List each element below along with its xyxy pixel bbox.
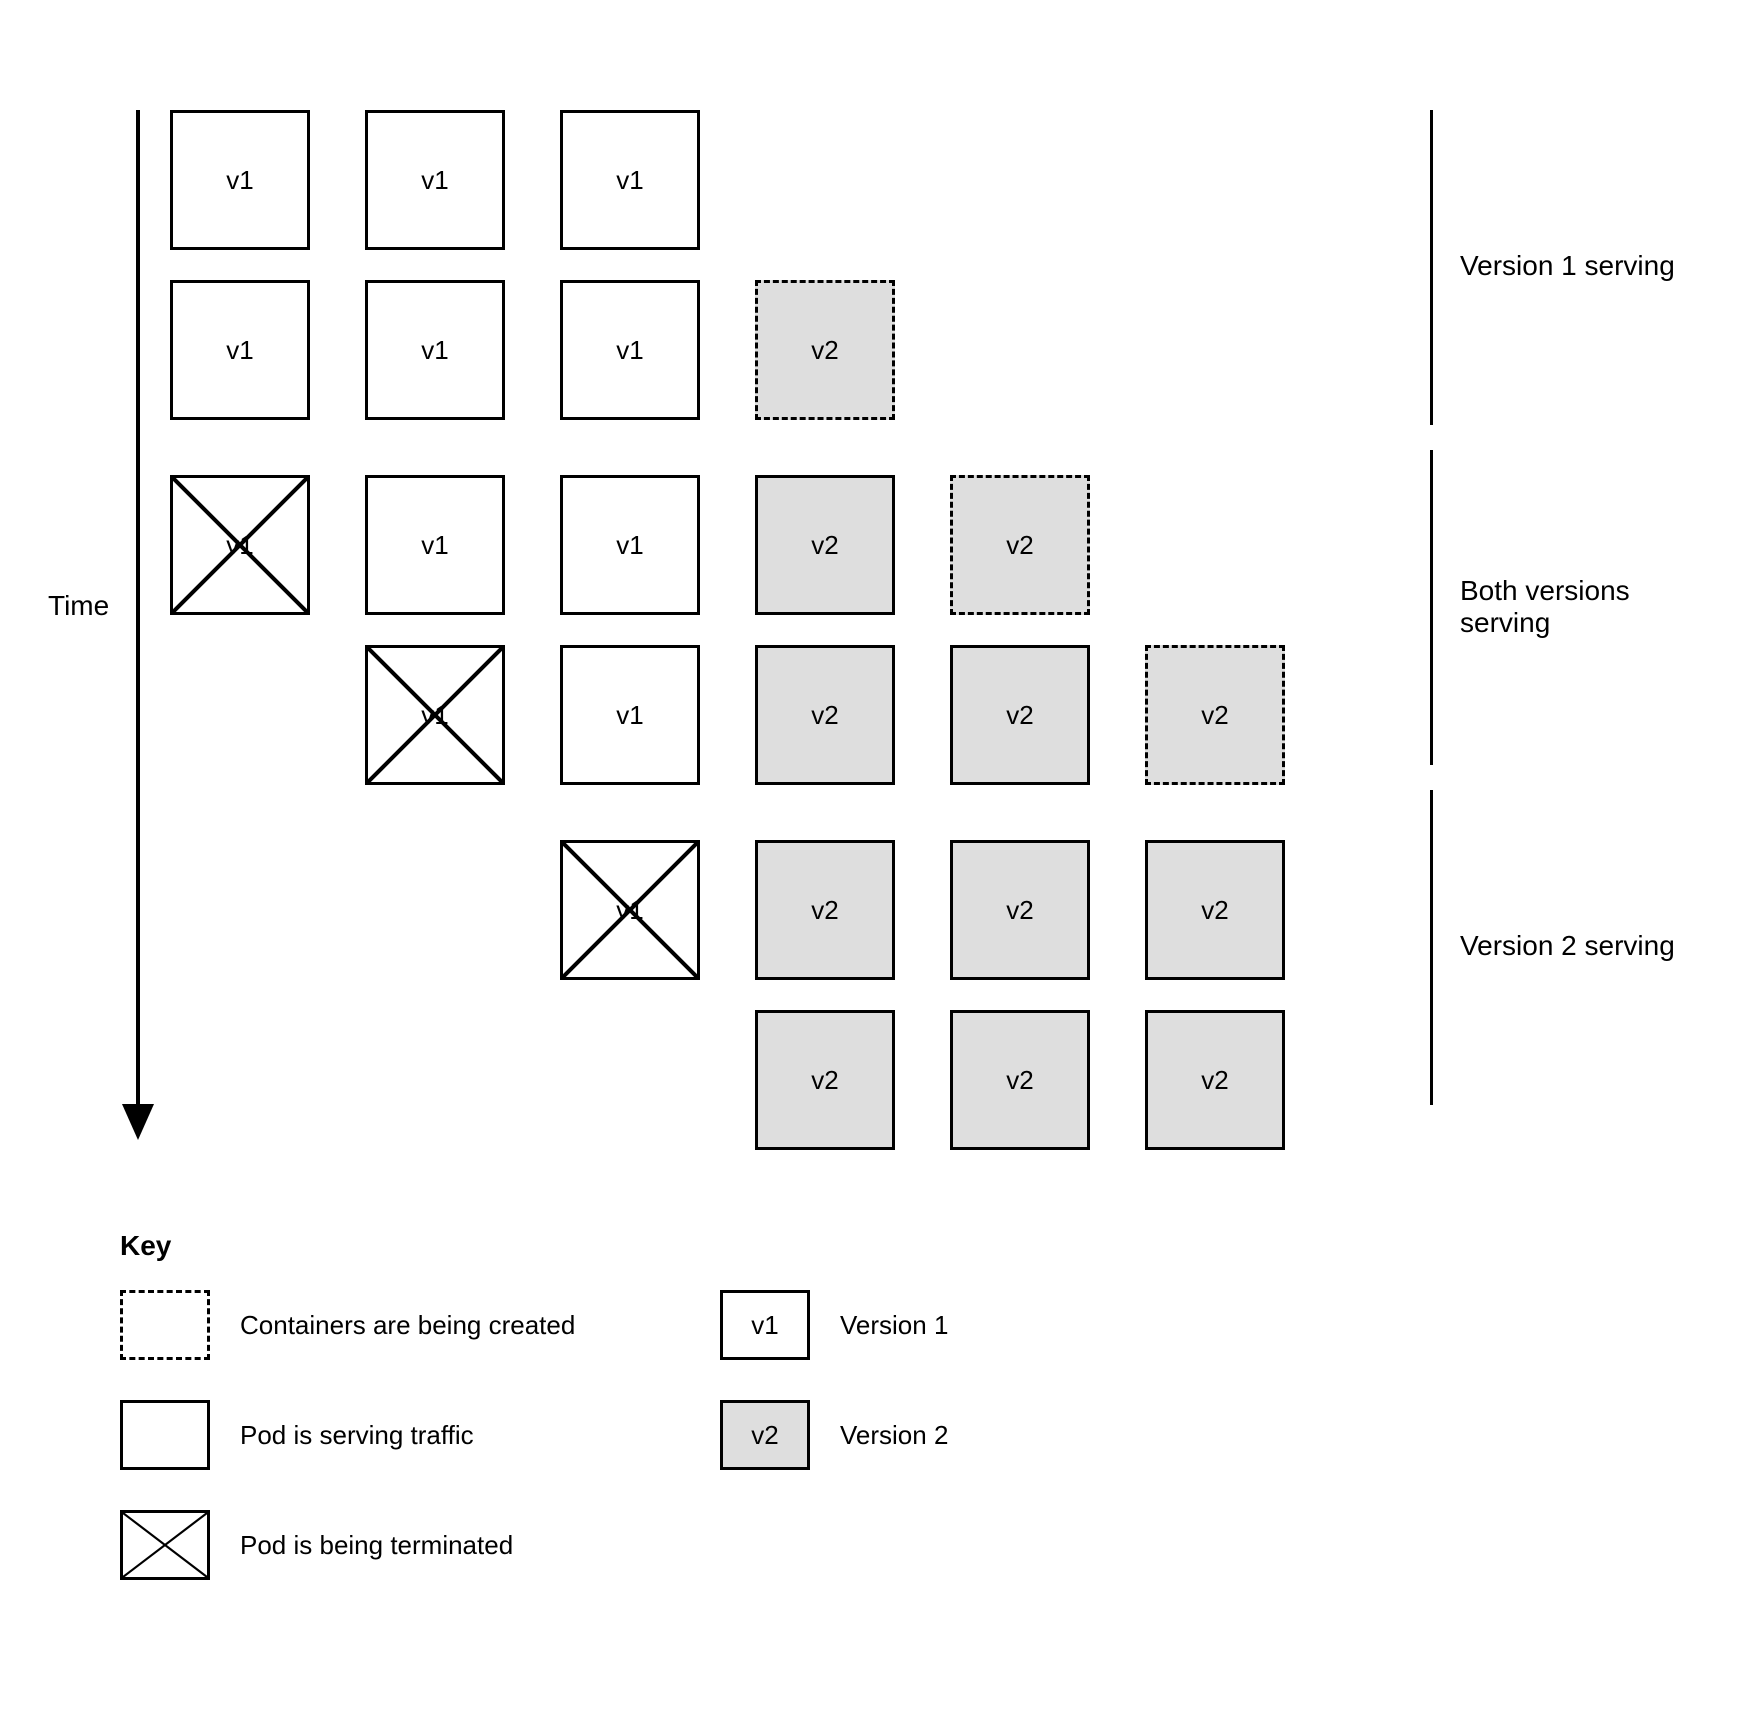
key-swatch-terminating	[120, 1510, 210, 1580]
pod-r5-c3: v2	[755, 1010, 895, 1150]
pod-label: v2	[811, 1065, 838, 1096]
pod-r1-c3: v2	[755, 280, 895, 420]
key-swatch-v1-label: v1	[751, 1310, 778, 1341]
key-swatch-v1: v1	[720, 1290, 810, 1360]
phase-label-1: Version 1 serving	[1460, 250, 1675, 282]
pod-r3-c5: v2	[1145, 645, 1285, 785]
pod-r1-c1: v1	[365, 280, 505, 420]
pod-r3-c2: v1	[560, 645, 700, 785]
pod-label: v2	[811, 700, 838, 731]
pod-label: v1	[616, 165, 643, 196]
key-label-terminating: Pod is being terminated	[240, 1530, 513, 1561]
time-arrow-icon	[118, 110, 158, 1140]
key-title: Key	[120, 1230, 171, 1262]
pod-label: v2	[1201, 895, 1228, 926]
pod-r2-c3: v2	[755, 475, 895, 615]
pod-r1-c0: v1	[170, 280, 310, 420]
pod-r2-c1: v1	[365, 475, 505, 615]
pod-label: v2	[811, 335, 838, 366]
pod-label: v2	[1006, 895, 1033, 926]
cross-icon	[123, 1513, 207, 1577]
pod-label: v1	[616, 335, 643, 366]
pod-r4-c2: v1	[560, 840, 700, 980]
cross-icon	[173, 478, 307, 612]
pod-r5-c5: v2	[1145, 1010, 1285, 1150]
phase-label-2: Both versions serving	[1460, 575, 1630, 639]
pod-r2-c0: v1	[170, 475, 310, 615]
key-swatch-creating	[120, 1290, 210, 1360]
pod-r4-c3: v2	[755, 840, 895, 980]
pod-label: v1	[226, 165, 253, 196]
pod-label: v1	[616, 700, 643, 731]
pod-r3-c3: v2	[755, 645, 895, 785]
key-label-v1: Version 1	[840, 1310, 948, 1341]
pod-label: v1	[421, 335, 448, 366]
pod-r5-c4: v2	[950, 1010, 1090, 1150]
pod-label: v1	[421, 530, 448, 561]
cross-icon	[368, 648, 502, 782]
pod-label: v2	[811, 895, 838, 926]
phase-label-3: Version 2 serving	[1460, 930, 1675, 962]
pod-label: v1	[226, 335, 253, 366]
pod-r2-c2: v1	[560, 475, 700, 615]
key-label-v2: Version 2	[840, 1420, 948, 1451]
cross-icon	[563, 843, 697, 977]
key-swatch-serving	[120, 1400, 210, 1470]
pod-r3-c1: v1	[365, 645, 505, 785]
pod-r1-c2: v1	[560, 280, 700, 420]
pod-label: v1	[421, 165, 448, 196]
phase-bar-2	[1430, 450, 1433, 765]
pod-label: v2	[1006, 1065, 1033, 1096]
pod-r2-c4: v2	[950, 475, 1090, 615]
time-axis-label: Time	[48, 590, 109, 622]
pod-r3-c4: v2	[950, 645, 1090, 785]
pod-r0-c1: v1	[365, 110, 505, 250]
phase-bar-1	[1430, 110, 1433, 425]
key-swatch-v2: v2	[720, 1400, 810, 1470]
pod-label: v2	[1006, 530, 1033, 561]
key-swatch-v2-label: v2	[751, 1420, 778, 1451]
pod-r4-c4: v2	[950, 840, 1090, 980]
key-label-serving: Pod is serving traffic	[240, 1420, 474, 1451]
pod-label: v1	[616, 530, 643, 561]
pod-label: v2	[1201, 1065, 1228, 1096]
pod-label: v2	[1006, 700, 1033, 731]
pod-r0-c0: v1	[170, 110, 310, 250]
pod-r0-c2: v1	[560, 110, 700, 250]
key-label-creating: Containers are being created	[240, 1310, 575, 1341]
pod-label: v2	[1201, 700, 1228, 731]
pod-label: v2	[811, 530, 838, 561]
phase-bar-3	[1430, 790, 1433, 1105]
pod-r4-c5: v2	[1145, 840, 1285, 980]
